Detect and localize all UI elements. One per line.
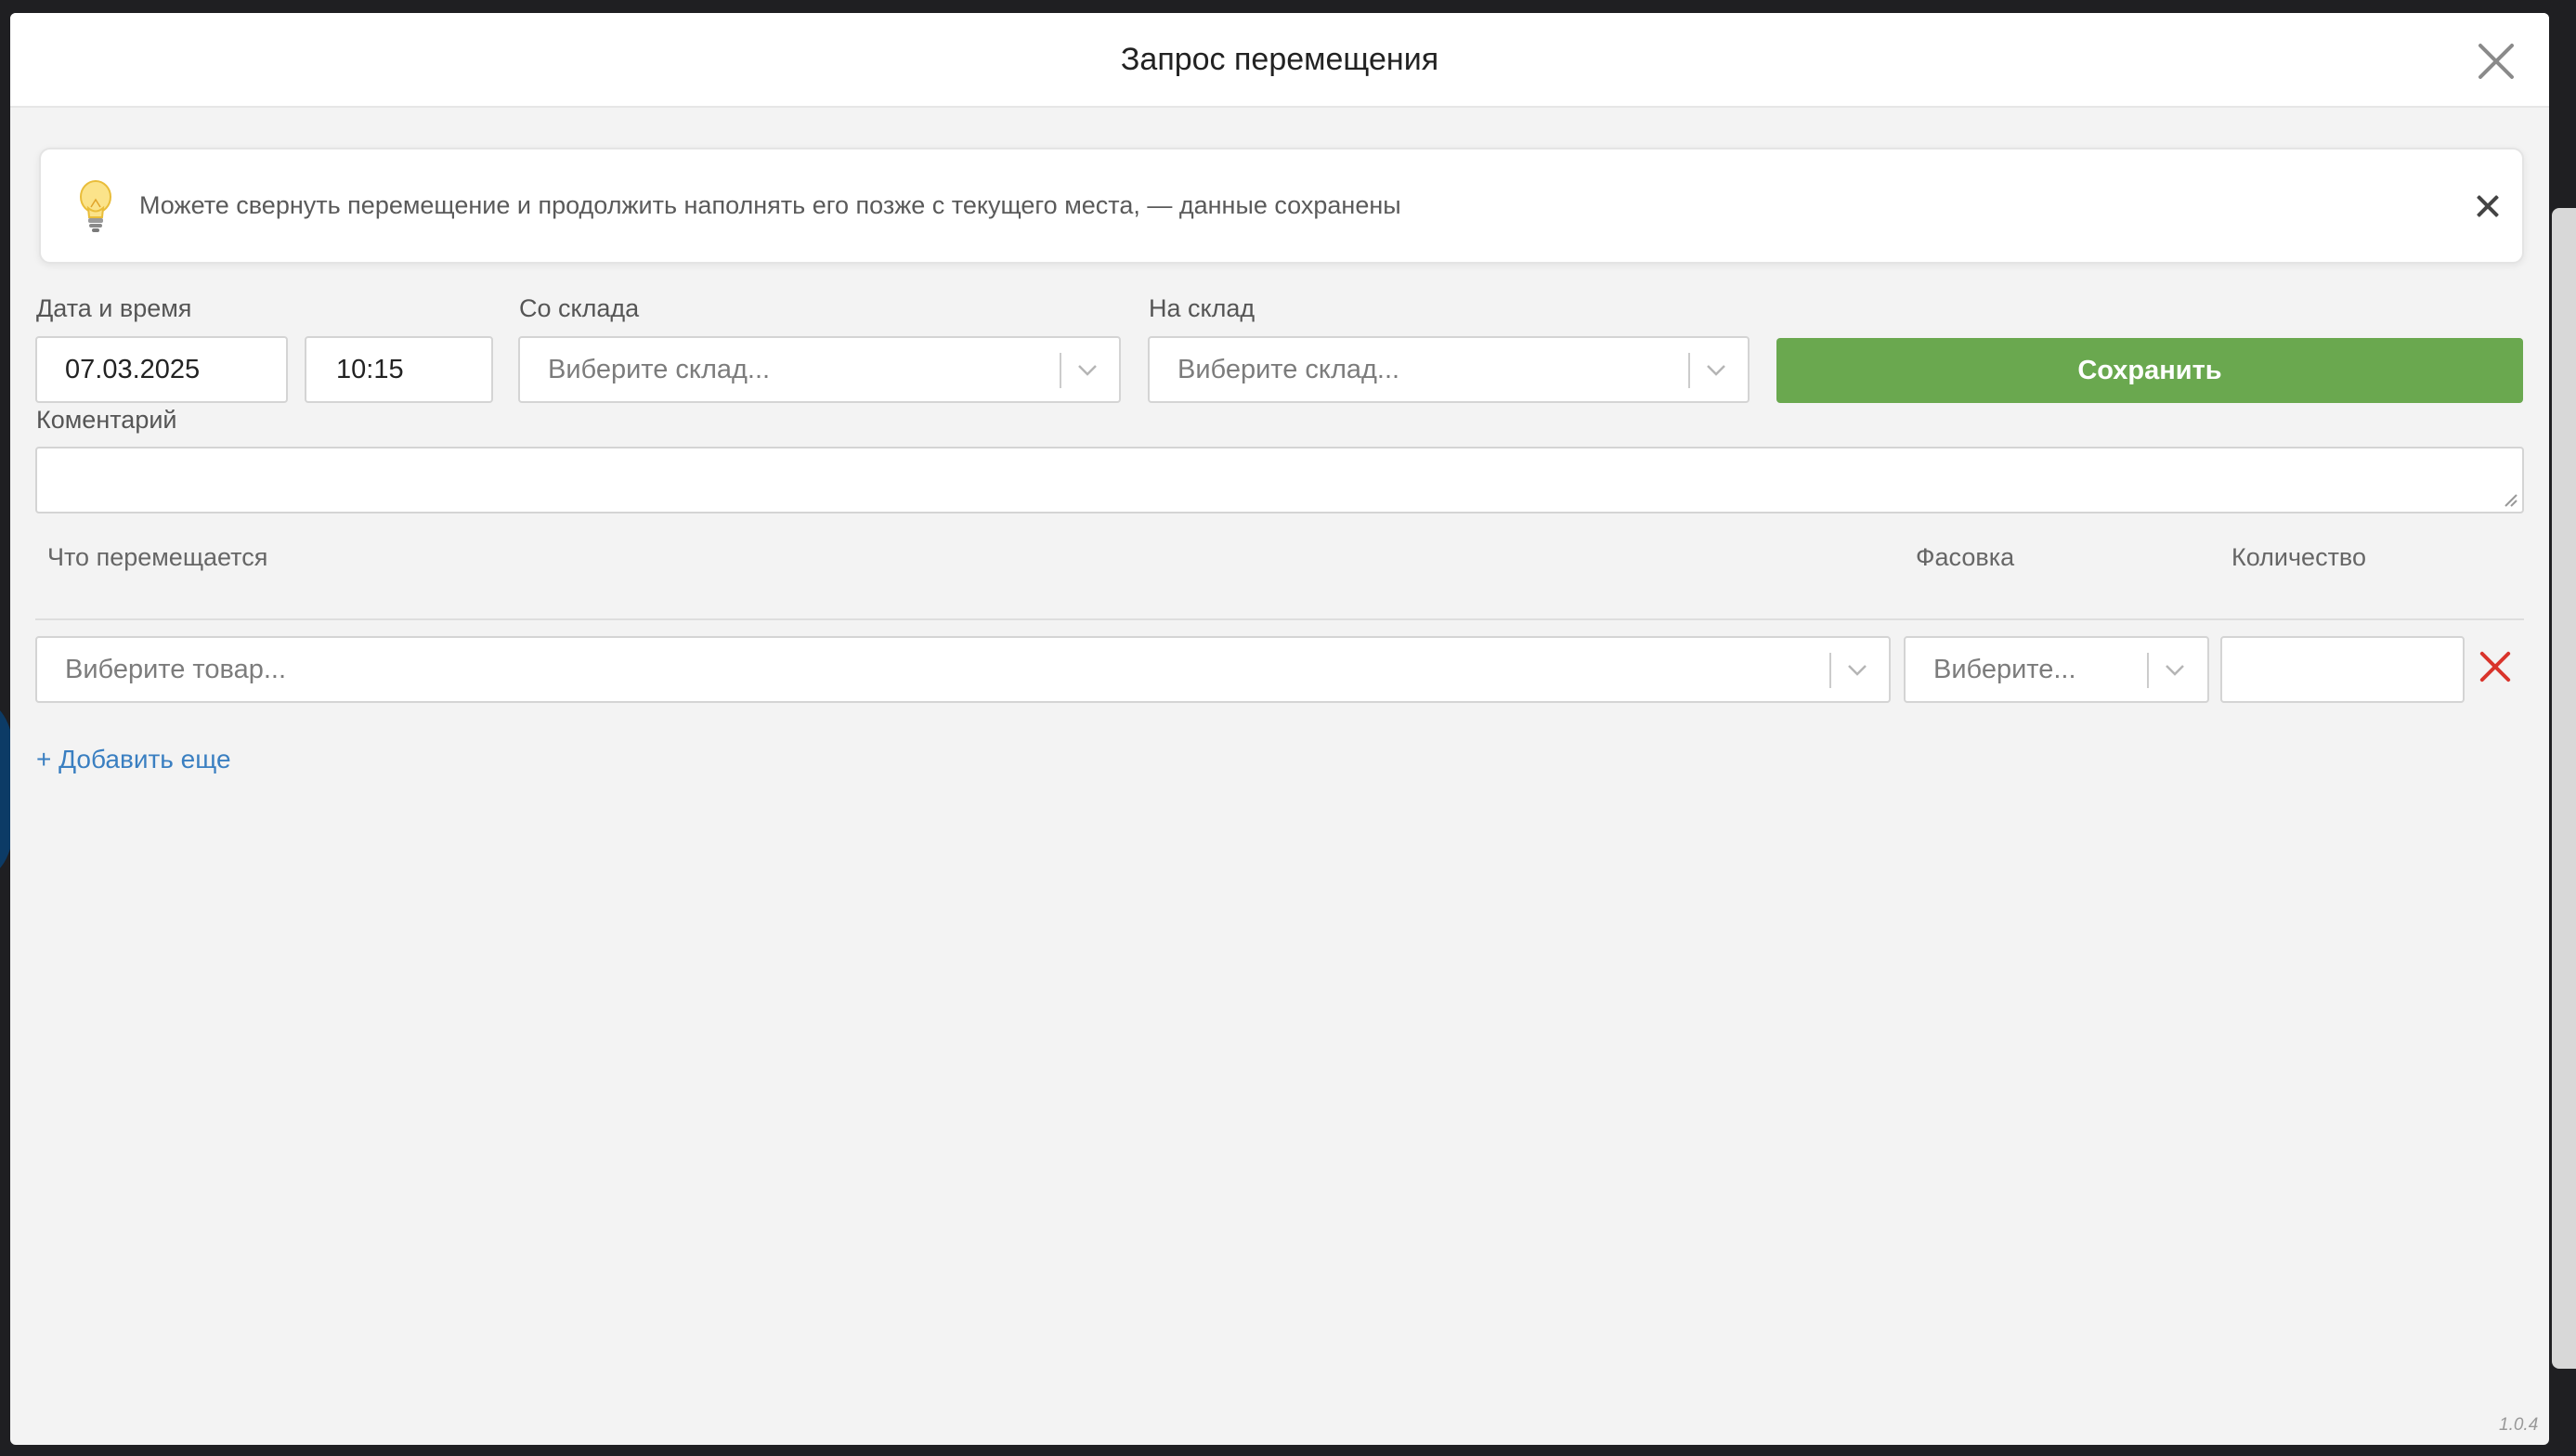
from-warehouse-select[interactable]: Виберите склад...: [518, 336, 1121, 403]
to-warehouse-label: На склад: [1149, 294, 1255, 322]
from-warehouse-placeholder: Виберите склад...: [548, 355, 771, 384]
select-separator: [2147, 653, 2149, 688]
time-input[interactable]: 10:15: [305, 336, 493, 403]
product-select[interactable]: Виберите товар...: [35, 636, 1891, 703]
chevron-down-icon: [1848, 665, 1867, 676]
remove-row-icon[interactable]: [2478, 650, 2512, 683]
notice-text: Можете свернуть перемещение и продолжить…: [139, 191, 1401, 219]
column-header-quantity: Количество: [2231, 543, 2366, 571]
background-side-panel: [2552, 208, 2576, 1369]
select-separator: [1688, 353, 1690, 388]
packaging-select[interactable]: Виберите...: [1904, 636, 2209, 703]
packaging-placeholder: Виберите...: [1933, 655, 2076, 684]
save-button[interactable]: Сохранить: [1776, 338, 2523, 403]
date-input[interactable]: 07.03.2025: [35, 336, 288, 403]
resize-grip-icon[interactable]: [2502, 491, 2518, 508]
modal-title: Запрос перемещения: [1120, 42, 1439, 77]
column-header-packaging: Фасовка: [1916, 543, 2015, 571]
lightbulb-icon: [80, 180, 111, 232]
comment-label: Коментарий: [36, 406, 177, 434]
comment-textarea[interactable]: [35, 447, 2524, 514]
version-label: 1.0.4: [2499, 1415, 2539, 1435]
datetime-label: Дата и время: [36, 294, 192, 322]
add-more-link[interactable]: + Добавить еще: [36, 745, 231, 774]
column-header-item: Что перемещается: [47, 543, 268, 571]
select-separator: [1060, 353, 1061, 388]
from-warehouse-label: Со склада: [519, 294, 640, 322]
to-warehouse-select[interactable]: Виберите склад...: [1148, 336, 1750, 403]
to-warehouse-placeholder: Виберите склад...: [1177, 355, 1400, 384]
close-icon[interactable]: [2476, 41, 2517, 82]
chevron-down-icon: [1078, 365, 1097, 376]
info-notice: Можете свернуть перемещение и продолжить…: [39, 148, 2524, 264]
notice-close-icon[interactable]: [2476, 194, 2500, 218]
chevron-down-icon: [1707, 365, 1725, 376]
items-header-divider: [35, 618, 2524, 620]
select-separator: [1829, 653, 1831, 688]
product-placeholder: Виберите товар...: [65, 655, 287, 684]
modal-header: Запрос перемещения: [10, 13, 2549, 108]
transfer-request-modal: Запрос перемещения Можете свернуть перем…: [10, 13, 2549, 1445]
chevron-down-icon: [2166, 665, 2184, 676]
quantity-input[interactable]: [2220, 636, 2465, 703]
